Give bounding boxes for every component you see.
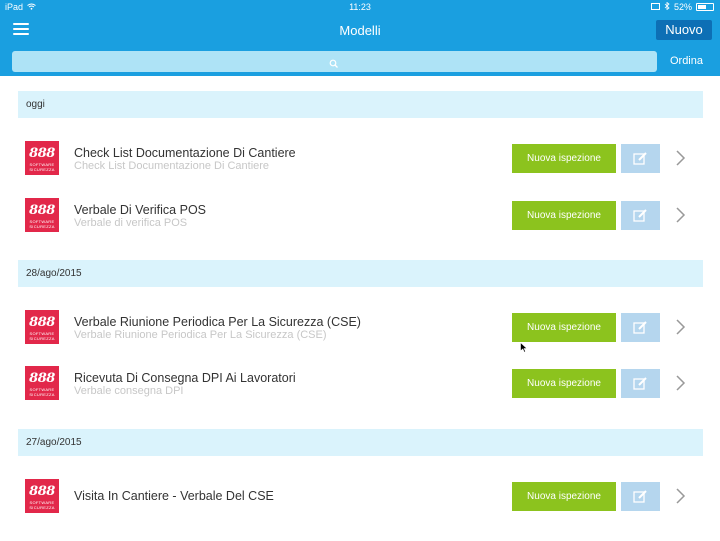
item-title: Ricevuta Di Consegna DPI Ai Lavoratori [74, 371, 296, 385]
edit-button[interactable] [621, 144, 660, 173]
edit-icon [633, 209, 647, 222]
logo-digits: 888 [29, 371, 55, 386]
list-item[interactable]: 888 SOFTWARE SICUREZZA Ricevuta Di Conse… [18, 363, 703, 403]
logo-tag: SOFTWARE SICUREZZA [29, 162, 55, 172]
edit-icon [633, 377, 647, 390]
new-button[interactable]: Nuovo [656, 20, 712, 40]
logo-tag: SOFTWARE SICUREZZA [29, 219, 55, 229]
list-item[interactable]: 888 SOFTWARE SICUREZZA Visita In Cantier… [18, 476, 703, 516]
item-subtitle: Check List Documentazione Di Cantiere [74, 160, 270, 172]
app-logo: 888 SOFTWARE SICUREZZA [25, 198, 59, 232]
battery-label: 52% [673, 2, 692, 12]
edit-button[interactable] [621, 482, 660, 511]
new-inspection-button[interactable]: Nuova ispezione [512, 313, 616, 342]
new-inspection-button[interactable]: Nuova ispezione [512, 201, 616, 230]
item-title: Verbale Di Verifica POS [74, 203, 207, 217]
chevron-right-icon[interactable] [675, 149, 687, 167]
section-header-date: 28/ago/2015 [18, 260, 703, 287]
edit-button[interactable] [621, 201, 660, 230]
edit-icon [633, 321, 647, 334]
item-subtitle: Verbale Riunione Periodica Per La Sicure… [74, 329, 327, 341]
item-subtitle: Verbale di verifica POS [74, 217, 188, 229]
page-title: Modelli [339, 23, 381, 38]
search-bar: Ordina [0, 48, 720, 76]
list-item[interactable]: 888 SOFTWARE SICUREZZA Check List Docume… [18, 138, 703, 178]
app-logo: 888 SOFTWARE SICUREZZA [25, 141, 59, 175]
logo-tag: SOFTWARE SICUREZZA [29, 387, 55, 397]
list-item[interactable]: 888 SOFTWARE SICUREZZA Verbale Di Verifi… [18, 195, 703, 235]
chevron-right-icon[interactable] [675, 487, 687, 505]
battery-icon [696, 3, 714, 11]
new-inspection-button[interactable]: Nuova ispezione [512, 144, 616, 173]
status-bar: iPad 11:23 52% [0, 0, 720, 14]
list-item[interactable]: 888 SOFTWARE SICUREZZA Verbale Riunione … [18, 307, 703, 347]
logo-digits: 888 [29, 203, 55, 218]
screen-icon [650, 2, 660, 12]
logo-digits: 888 [29, 484, 55, 499]
item-title: Visita In Cantiere - Verbale Del CSE [74, 489, 274, 503]
app-logo: 888 SOFTWARE SICUREZZA [25, 366, 59, 400]
search-input[interactable] [12, 51, 657, 72]
app-logo: 888 SOFTWARE SICUREZZA [25, 479, 59, 513]
item-title: Check List Documentazione Di Cantiere [74, 146, 296, 160]
status-time: 11:23 [349, 2, 371, 12]
item-title: Verbale Riunione Periodica Per La Sicure… [74, 315, 361, 329]
item-subtitle: Verbale consegna DPI [74, 385, 184, 397]
section-header-date: 27/ago/2015 [18, 429, 703, 456]
chevron-right-icon[interactable] [675, 374, 687, 392]
edit-button[interactable] [621, 313, 660, 342]
chevron-right-icon[interactable] [675, 206, 687, 224]
mouse-cursor-icon [520, 340, 528, 358]
edit-icon [633, 490, 647, 503]
order-button[interactable]: Ordina [670, 55, 703, 67]
logo-tag: SOFTWARE SICUREZZA [29, 331, 55, 341]
new-inspection-button[interactable]: Nuova ispezione [512, 482, 616, 511]
edit-button[interactable] [621, 369, 660, 398]
bluetooth-icon [664, 1, 670, 12]
logo-tag: SOFTWARE SICUREZZA [29, 500, 55, 510]
nav-bar: Modelli Nuovo [0, 14, 720, 48]
app-logo: 888 SOFTWARE SICUREZZA [25, 310, 59, 344]
section-header-today: oggi [18, 91, 703, 118]
edit-icon [633, 152, 647, 165]
new-inspection-button[interactable]: Nuova ispezione [512, 369, 616, 398]
status-right: 52% [650, 1, 714, 12]
logo-digits: 888 [29, 315, 55, 330]
logo-digits: 888 [29, 146, 55, 161]
search-icon [329, 56, 339, 68]
model-list: oggi 888 SOFTWARE SICUREZZA Check List D… [0, 76, 720, 541]
chevron-right-icon[interactable] [675, 318, 687, 336]
